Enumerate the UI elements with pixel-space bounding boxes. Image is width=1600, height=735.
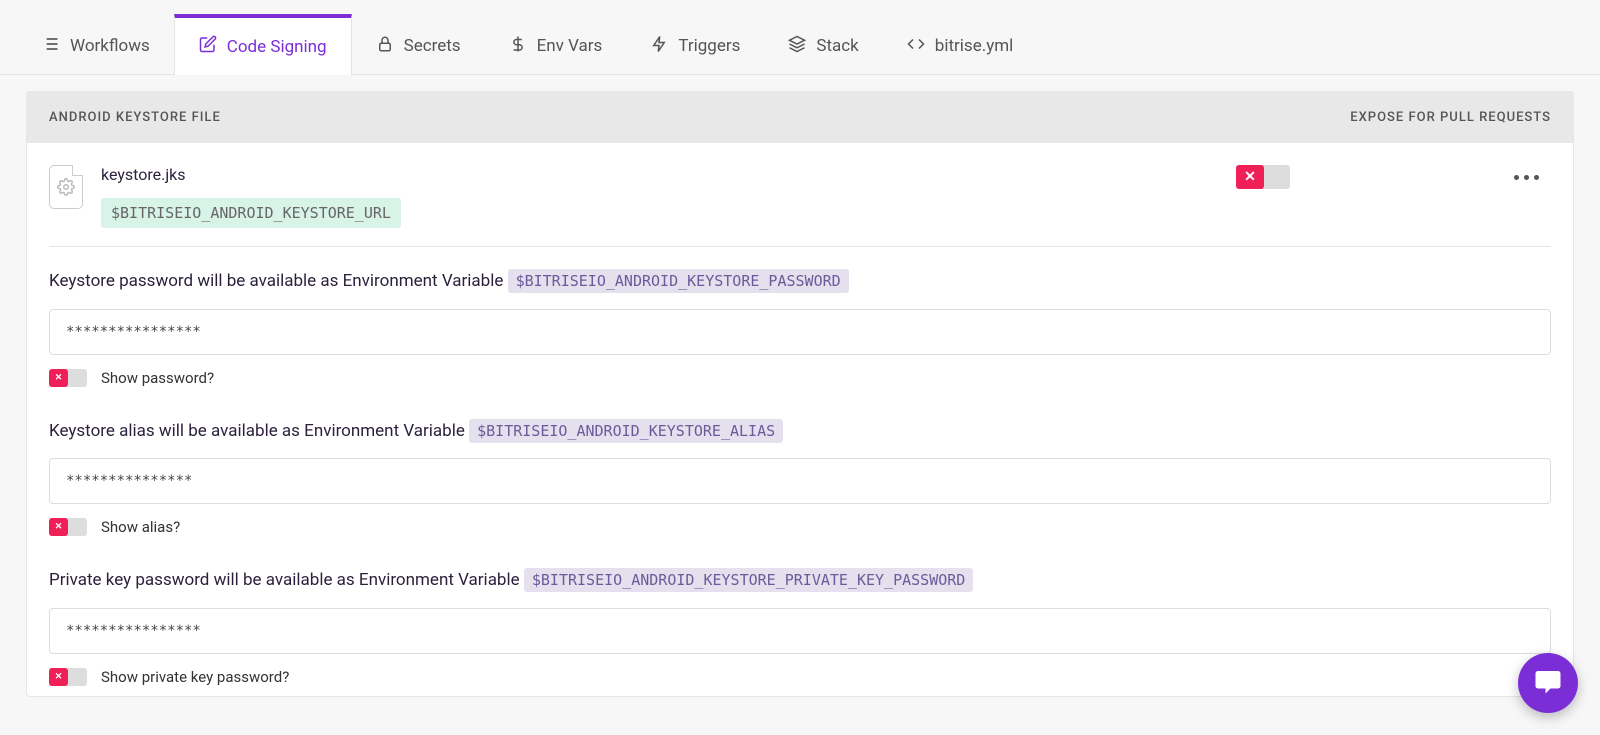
keystore-env-url: $BITRISEIO_ANDROID_KEYSTORE_URL [101, 198, 401, 228]
tab-code-signing[interactable]: Code Signing [174, 14, 352, 75]
tab-label: bitrise.yml [935, 36, 1014, 56]
chat-fab[interactable] [1518, 653, 1578, 713]
expose-toggle[interactable]: ✕ [1236, 165, 1290, 189]
tab-env-vars[interactable]: Env Vars [485, 14, 627, 74]
show-password-toggle[interactable]: ✕ [49, 369, 87, 387]
tab-triggers[interactable]: Triggers [626, 14, 764, 74]
panel-expose-label: EXPOSE FOR PULL REQUESTS [1350, 110, 1551, 125]
field-label: Private key password will be available a… [49, 568, 1551, 594]
code-icon [907, 35, 925, 58]
edit-square-icon [199, 35, 217, 58]
keystore-password-input[interactable] [49, 309, 1551, 355]
field-label: Keystore alias will be available as Envi… [49, 419, 1551, 445]
private-key-password-block: Private key password will be available a… [27, 546, 1573, 696]
chat-icon [1533, 666, 1563, 700]
tab-label: Env Vars [537, 36, 603, 56]
list-icon [40, 34, 60, 59]
panel-header: ANDROID KEYSTORE FILE EXPOSE FOR PULL RE… [27, 92, 1573, 143]
more-menu-button[interactable] [1508, 169, 1545, 186]
tab-label: Triggers [678, 36, 740, 56]
show-toggle-label: Show private key password? [101, 668, 289, 686]
top-nav: Workflows Code Signing Secrets Env Vars … [0, 0, 1600, 75]
close-icon: ✕ [49, 518, 68, 536]
env-var-chip: $BITRISEIO_ANDROID_KEYSTORE_PASSWORD [508, 269, 849, 293]
show-alias-toggle[interactable]: ✕ [49, 518, 87, 536]
tab-bitrise-yml[interactable]: bitrise.yml [883, 14, 1038, 74]
env-var-chip: $BITRISEIO_ANDROID_KEYSTORE_ALIAS [469, 419, 783, 443]
lock-icon [376, 35, 394, 58]
tab-label: Code Signing [227, 37, 327, 57]
bolt-icon [650, 35, 668, 58]
keystore-panel: ANDROID KEYSTORE FILE EXPOSE FOR PULL RE… [26, 91, 1574, 697]
field-label: Keystore password will be available as E… [49, 269, 1551, 295]
keystore-alias-block: Keystore alias will be available as Envi… [27, 397, 1573, 547]
keystore-password-block: Keystore password will be available as E… [27, 247, 1573, 397]
env-var-chip: $BITRISEIO_ANDROID_KEYSTORE_PRIVATE_KEY_… [524, 568, 973, 592]
show-private-key-password-toggle[interactable]: ✕ [49, 668, 87, 686]
close-icon: ✕ [49, 668, 68, 686]
panel-title: ANDROID KEYSTORE FILE [49, 110, 221, 125]
file-gear-icon [49, 165, 83, 209]
show-toggle-label: Show alias? [101, 518, 180, 536]
tab-label: Secrets [404, 36, 461, 56]
private-key-password-input[interactable] [49, 608, 1551, 654]
layers-icon [788, 35, 806, 58]
close-icon: ✕ [1236, 165, 1264, 189]
keystore-filename: keystore.jks [101, 165, 401, 184]
dollar-icon [509, 35, 527, 58]
keystore-file-row: keystore.jks $BITRISEIO_ANDROID_KEYSTORE… [27, 143, 1573, 246]
tab-stack[interactable]: Stack [764, 14, 882, 74]
keystore-alias-input[interactable] [49, 458, 1551, 504]
close-icon: ✕ [49, 369, 68, 387]
tab-label: Workflows [70, 36, 150, 56]
tab-workflows[interactable]: Workflows [18, 14, 174, 74]
show-toggle-label: Show password? [101, 369, 214, 387]
tab-secrets[interactable]: Secrets [352, 14, 485, 74]
tab-label: Stack [816, 36, 858, 56]
